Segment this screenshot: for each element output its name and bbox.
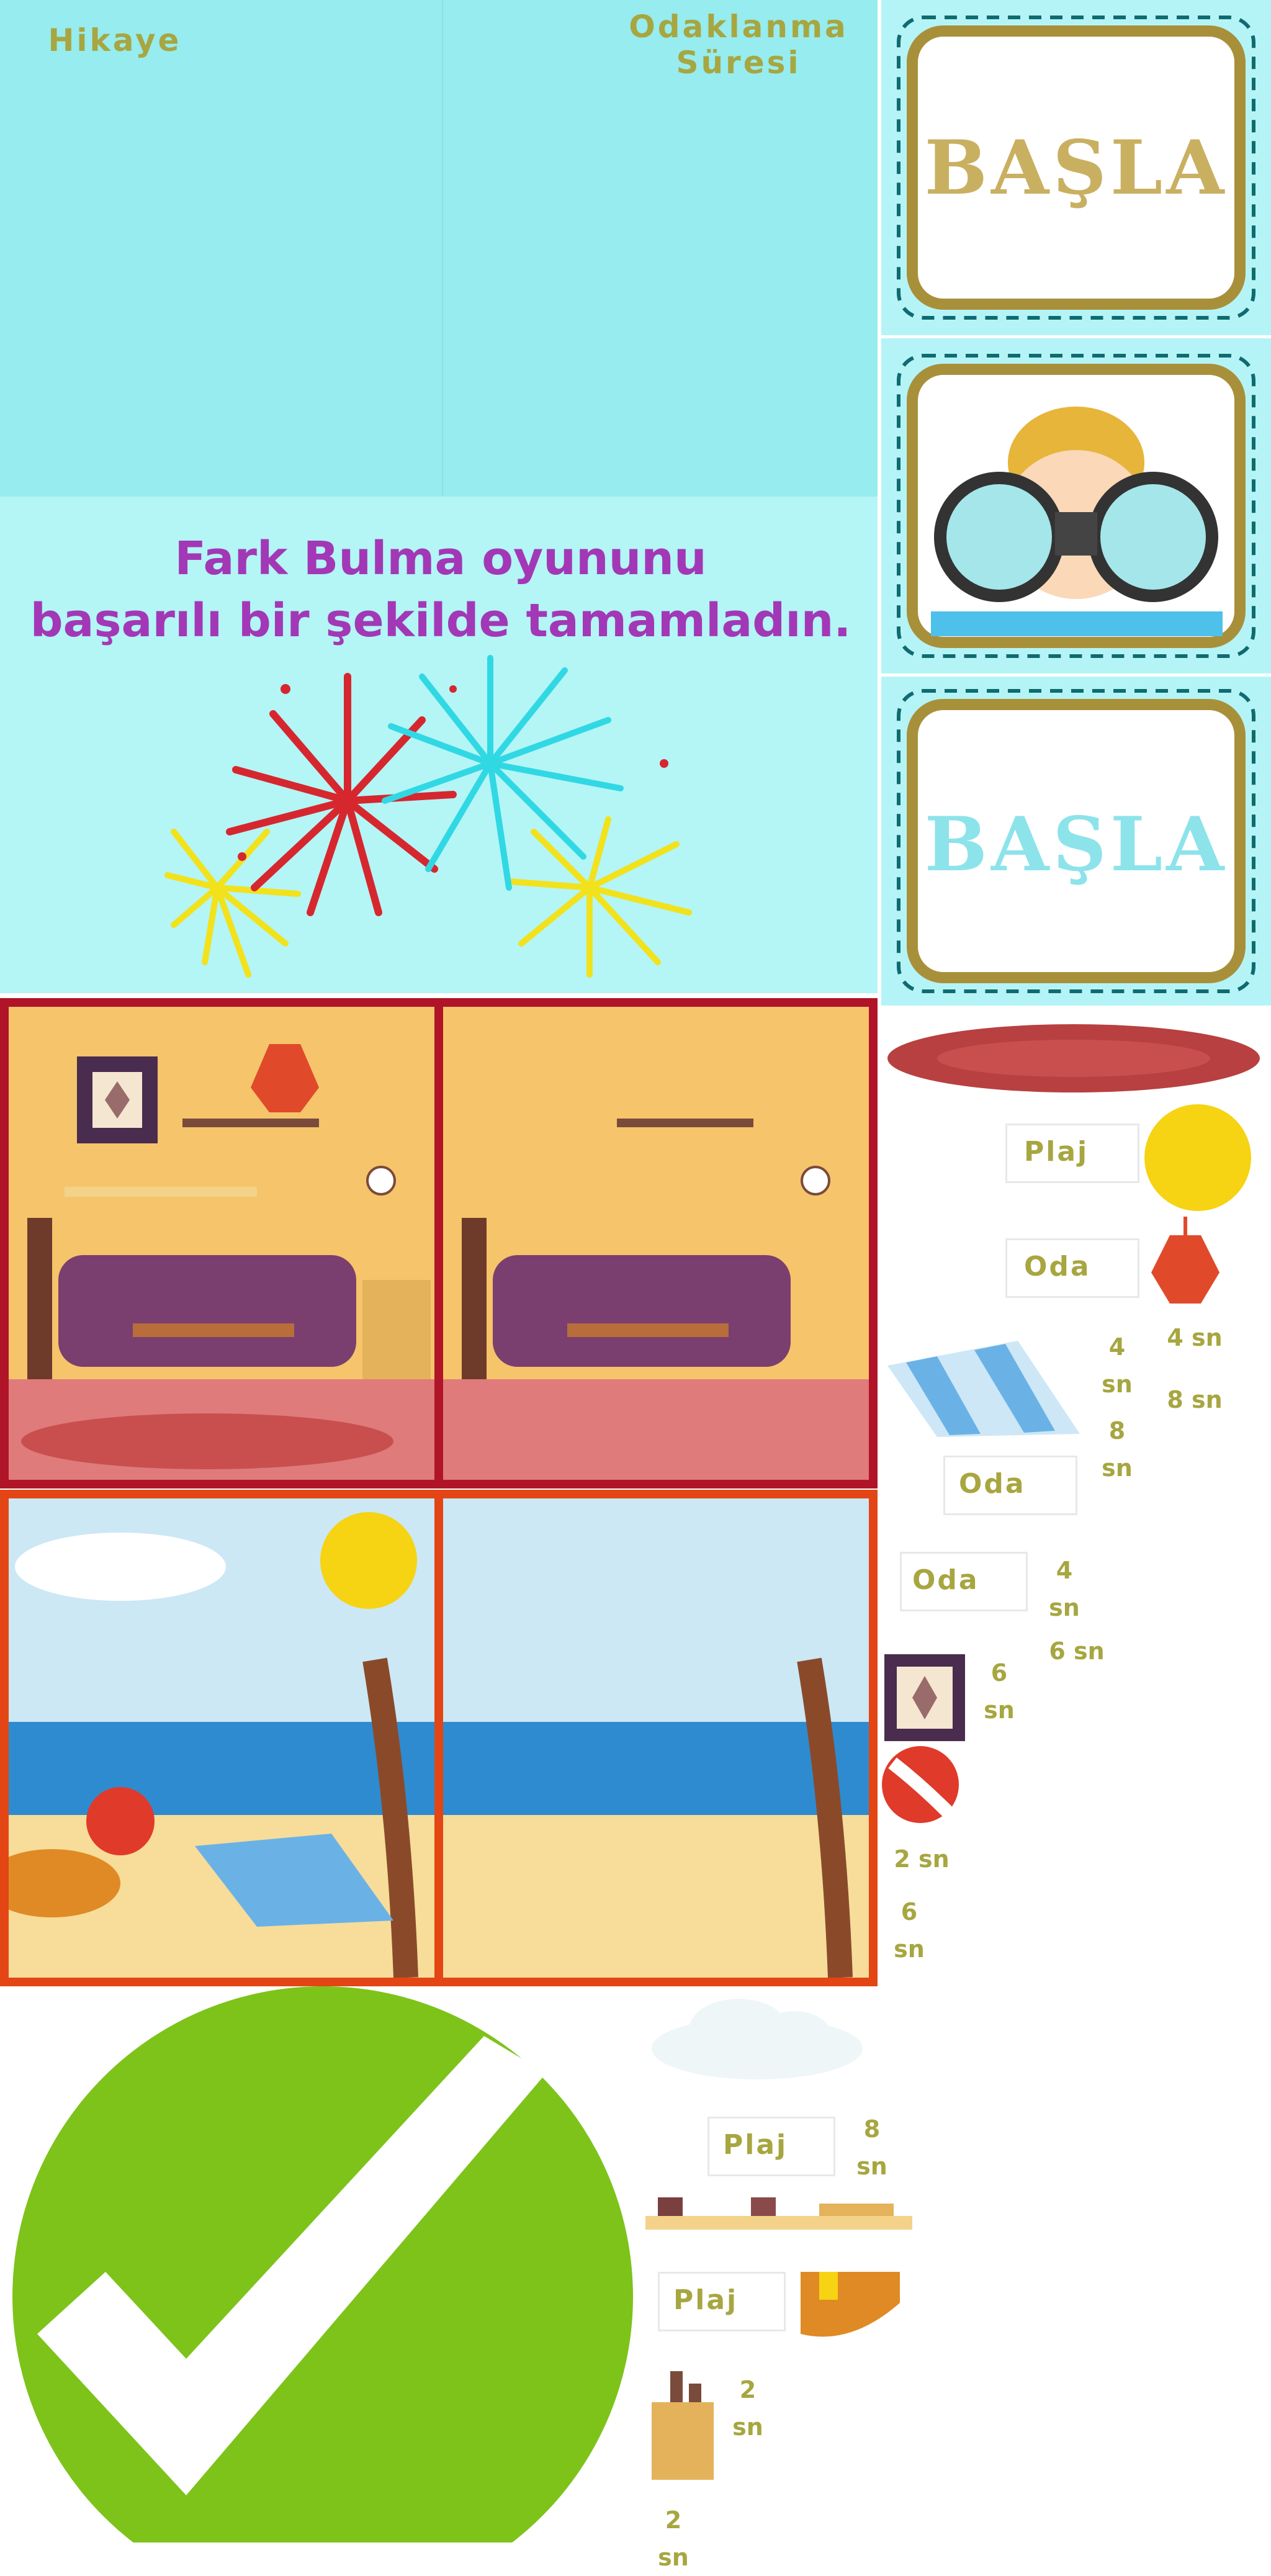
asset-label: Plaj [1024,1136,1089,1168]
time-label: 8 sn [1102,1417,1133,1482]
cabinet-sprite [652,2371,714,2480]
shelf-sprite [645,2197,912,2230]
beach-towel-sprite [887,1341,1080,1437]
beach-level [0,1490,878,1986]
asset-label: Oda [1024,1251,1091,1282]
time-label: 2 sn [894,1845,950,1873]
lamp-sprite [1151,1217,1219,1304]
cloud-sprite [652,1999,863,2079]
start-label: BAŞLA [924,801,1228,888]
firework-yellow-left [164,829,301,978]
time-label: 6 sn [894,1898,925,1963]
rug-sprite [887,1024,1260,1092]
success-message: Fark Bulma oyununu başarılı bir şekilde … [25,528,856,652]
time-label: 6 sn [1049,1637,1105,1665]
start-button-gold[interactable]: BAŞLA [881,0,1271,335]
firework-yellow-right [506,816,692,978]
asset-label: Oda [959,1468,1026,1500]
focus-time-tab[interactable]: Odaklanma Süresi [614,9,863,81]
binoculars-boy-icon [897,354,1255,658]
asset-label: Plaj [723,2129,788,2161]
time-label: 4 sn [1167,1324,1223,1351]
binoculars-tile [881,338,1271,673]
time-label: 4 sn [1102,1333,1133,1398]
room-scene-left[interactable] [9,1007,434,1480]
fireworks-illustration [164,655,692,978]
picture-frame-sprite [884,1654,965,1741]
time-label: 2 sn [658,2506,689,2571]
room-level [0,998,878,1488]
focus-time-label-1: Odaklanma [629,9,848,45]
beach-ball-sprite [882,1746,959,1823]
asset-label: Oda [912,1564,979,1596]
asset-label: Plaj [673,2284,739,2316]
success-message-line-2: başarılı bir şekilde tamamladın. [30,594,851,647]
story-tab[interactable]: Hikaye [37,22,192,58]
time-label: 2 sn [732,2376,763,2441]
firework-red [226,673,457,916]
time-label: 8 sn [1167,1386,1223,1413]
beach-scene-right[interactable] [443,1498,869,1978]
time-label: 8 sn [856,2115,887,2180]
time-label: 4 sn [1049,1557,1080,1621]
beach-scene-left[interactable] [9,1498,434,1978]
menu-divider [442,0,443,497]
focus-time-label-2: Süresi [676,45,801,81]
room-scene-right[interactable] [443,1007,869,1480]
sun-sprite [1144,1104,1251,1211]
success-message-line-1: Fark Bulma oyununu [174,532,707,585]
start-label: BAŞLA [924,124,1228,212]
time-label: 6 sn [984,1659,1015,1724]
checkmark-icon [12,1986,633,2542]
beach-table-sprite [801,2272,900,2337]
start-button-blue[interactable]: BAŞLA [881,677,1271,1006]
